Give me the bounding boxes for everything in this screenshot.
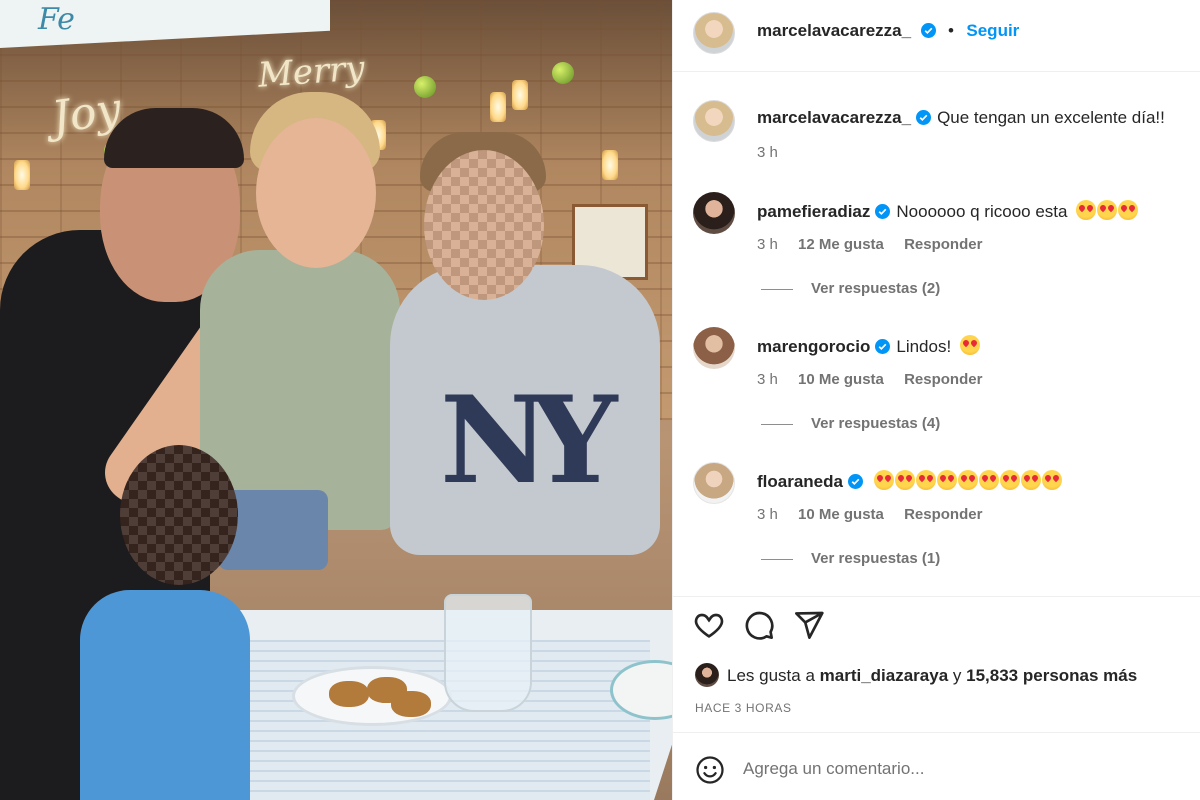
teen-face-blurred: [424, 150, 544, 300]
placemat: [210, 640, 650, 800]
comment-bubble-icon[interactable]: [743, 609, 775, 641]
shirt-logo: NY: [440, 370, 617, 511]
replies-rule: [761, 558, 793, 560]
heart-eyes-emoji-group: [959, 335, 981, 356]
heart-eyes-emoji: [1020, 470, 1041, 490]
likes-summary: Les gusta a marti_diazaraya y 15,833 per…: [695, 663, 1137, 687]
post-actions: Les gusta a marti_diazaraya y 15,833 per…: [673, 596, 1200, 732]
comment-username[interactable]: floaraneda: [757, 472, 843, 491]
post-timestamp[interactable]: HACE 3 HORAS: [695, 701, 792, 715]
heart-eyes-emoji: [1118, 200, 1139, 220]
heart-eyes-emoji: [894, 470, 915, 490]
heart-icon[interactable]: [693, 609, 725, 641]
replies-rule: [761, 288, 793, 290]
plate: [292, 666, 452, 726]
man-hair: [104, 108, 244, 168]
verified-badge-icon: [916, 110, 932, 125]
heart-eyes-emoji: [873, 470, 894, 490]
paper-plane-icon[interactable]: [793, 609, 825, 641]
verified-badge-icon: [920, 23, 936, 38]
heart-eyes-emoji: [1097, 200, 1118, 220]
post-photo[interactable]: Fe Joy Merry NY: [0, 0, 672, 800]
reply-button[interactable]: Responder: [904, 236, 982, 253]
comment-time[interactable]: 3 h: [757, 371, 778, 388]
hanging-lamp: [512, 80, 528, 110]
comment-meta: 3 h 12 Me gusta Responder: [757, 236, 998, 253]
comment-username[interactable]: pamefieradiaz: [757, 202, 870, 221]
comment-meta: 3 h 10 Me gusta Responder: [757, 506, 998, 523]
heart-eyes-emoji: [999, 470, 1020, 490]
reply-button[interactable]: Responder: [904, 506, 982, 523]
caption-time[interactable]: 3 h: [757, 144, 778, 161]
comment-input[interactable]: [743, 753, 1183, 785]
hanging-lamp: [14, 160, 30, 190]
caption-avatar[interactable]: [693, 100, 735, 142]
comment-line: pamefieradiaz Noooooo q ricooo esta: [757, 200, 1139, 222]
hanging-lamp: [602, 150, 618, 180]
post-side-panel: marcelavacarezza_ • Seguir marcelavacare…: [672, 0, 1200, 800]
likes-prefix: Les gusta a: [727, 666, 815, 685]
caption-username[interactable]: marcelavacarezza_: [757, 108, 911, 127]
caption-text: Que tengan un excelente día!!: [937, 108, 1165, 127]
liker-username[interactable]: marti_diazaraya: [820, 666, 949, 685]
heart-eyes-emoji: [1041, 470, 1062, 490]
heart-eyes-emoji: [957, 470, 978, 490]
hanging-lamp: [490, 92, 506, 122]
comment-avatar[interactable]: [693, 327, 735, 369]
comment-time[interactable]: 3 h: [757, 236, 778, 253]
heart-eyes-emoji: [1076, 200, 1097, 220]
comment-line: marengorocio Lindos!: [757, 335, 981, 357]
water-cup: [444, 594, 532, 712]
heart-eyes-emoji: [915, 470, 936, 490]
add-comment-bar: [673, 732, 1200, 800]
smiley-icon[interactable]: [695, 755, 725, 785]
post-header: marcelavacarezza_ • Seguir: [673, 0, 1200, 72]
heart-eyes-emoji-group: [1076, 200, 1139, 221]
comment-avatar[interactable]: [693, 192, 735, 234]
comment-line: floaraneda: [757, 470, 1063, 492]
comment-text: Lindos!: [896, 337, 952, 356]
caption-line: marcelavacarezza_ Que tengan un excelente…: [757, 108, 1165, 128]
comment-time[interactable]: 3 h: [757, 506, 778, 523]
heart-eyes-emoji: [978, 470, 999, 490]
verified-badge-icon: [847, 474, 863, 489]
woman-face: [256, 118, 376, 268]
verified-badge-icon: [875, 204, 891, 219]
heart-eyes-emoji: [959, 335, 980, 355]
header-user-line: marcelavacarezza_ • Seguir: [757, 21, 1019, 41]
comment-likes[interactable]: 10 Me gusta: [798, 371, 884, 388]
comment-text: Noooooo q ricooo esta: [896, 202, 1068, 221]
view-replies-button[interactable]: Ver respuestas (1): [761, 550, 940, 567]
likes-connector: y: [952, 666, 962, 685]
comment-username[interactable]: marengorocio: [757, 337, 870, 356]
merry-sign: Merry: [256, 48, 366, 96]
comment-likes[interactable]: 10 Me gusta: [798, 506, 884, 523]
verified-badge-icon: [875, 339, 891, 354]
view-replies-button[interactable]: Ver respuestas (2): [761, 280, 940, 297]
view-replies-label: Ver respuestas (1): [811, 550, 941, 567]
view-replies-button[interactable]: Ver respuestas (4): [761, 415, 940, 432]
caption-meta: 3 h: [757, 144, 794, 161]
heart-eyes-emoji-group: [873, 470, 1063, 491]
view-replies-label: Ver respuestas (2): [811, 280, 941, 297]
kid-figure: [80, 590, 250, 800]
replies-rule: [761, 423, 793, 425]
kid-face-blurred: [120, 445, 238, 585]
heart-eyes-emoji: [936, 470, 957, 490]
reply-button[interactable]: Responder: [904, 371, 982, 388]
comment-likes[interactable]: 12 Me gusta: [798, 236, 884, 253]
author-username[interactable]: marcelavacarezza_: [757, 21, 911, 40]
liker-avatar[interactable]: [695, 663, 719, 687]
likes-count-link[interactable]: 15,833 personas más: [966, 666, 1137, 685]
wall-banner-text: Fe: [38, 2, 75, 37]
separator-dot: •: [947, 21, 954, 40]
author-avatar[interactable]: [693, 12, 735, 54]
ornament: [552, 62, 574, 84]
view-replies-label: Ver respuestas (4): [811, 415, 941, 432]
ornament: [414, 76, 436, 98]
follow-button[interactable]: Seguir: [966, 21, 1019, 40]
comment-meta: 3 h 10 Me gusta Responder: [757, 371, 998, 388]
comment-avatar[interactable]: [693, 462, 735, 504]
